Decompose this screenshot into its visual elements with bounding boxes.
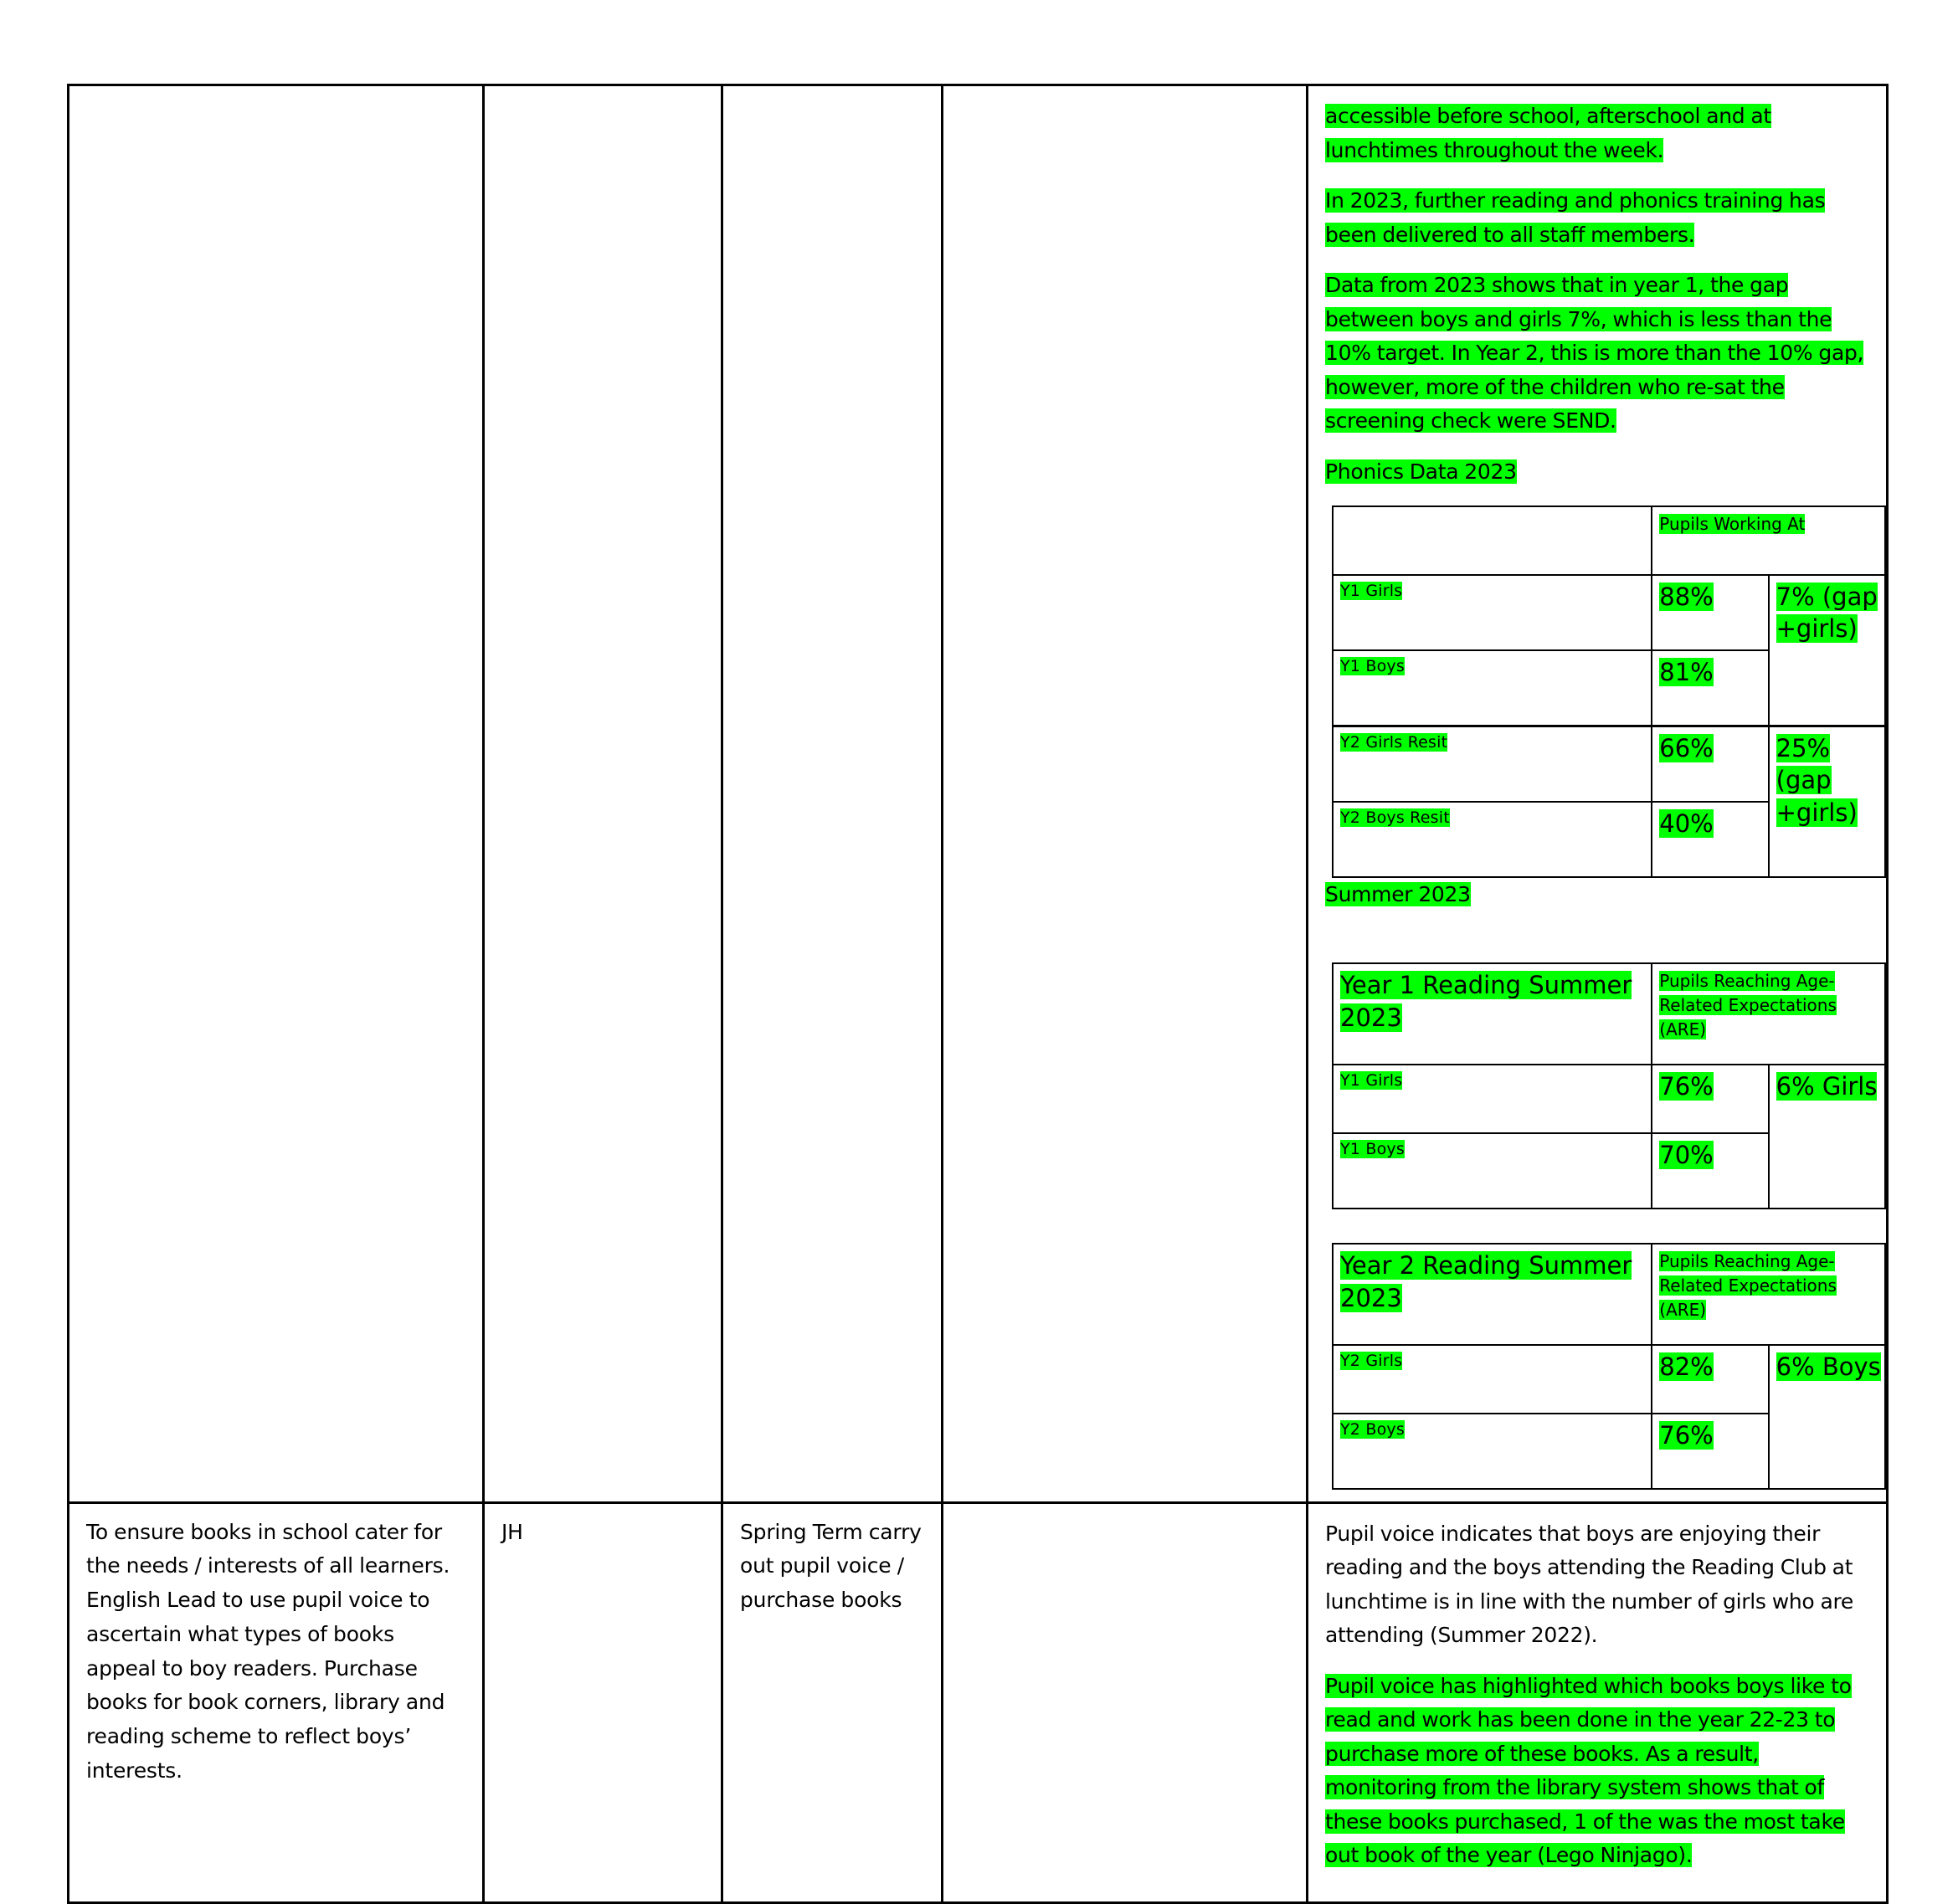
year2-row-gap: 6% Boys xyxy=(1767,1343,1887,1490)
phonics-header-working-at: Pupils Working At xyxy=(1651,506,1886,576)
evidence-paragraph: Data from 2023 shows that in year 1, the… xyxy=(1325,269,1871,439)
phonics-row-label: Y2 Girls Resit xyxy=(1331,725,1653,803)
table-row: To ensure books in school cater for the … xyxy=(67,1501,1889,1904)
table-row: Y1 Girls 88% 7% (gap +girls) xyxy=(1331,574,1887,727)
year2-header-are: Pupils Reaching Age-Related Expectations… xyxy=(1651,1242,1886,1346)
row2-action-text: To ensure books in school cater for the … xyxy=(86,1519,450,1783)
row2-cost-cell xyxy=(941,1501,1308,1904)
evidence-para3-text: Data from 2023 shows that in year 1, the… xyxy=(1325,273,1864,433)
table-row: Year 1 Reading Summer 2023 Pupils Reachi… xyxy=(1331,962,1886,1065)
year1-reading-table: Year 1 Reading Summer 2023 Pupils Reachi… xyxy=(1331,962,1887,1209)
row2-evidence-body: Pupil voice indicates that boys are enjo… xyxy=(1308,1504,1886,1901)
year2-row-label: Y2 Girls xyxy=(1331,1343,1653,1414)
phonics-row-gap: 25% (gap +girls) xyxy=(1767,725,1887,878)
year1-row-value: 70% xyxy=(1651,1132,1770,1209)
row1-action-cell xyxy=(67,84,485,1504)
evidence-paragraph: In 2023, further reading and phonics tra… xyxy=(1325,184,1871,252)
row1-cost-text xyxy=(943,86,1306,110)
phonics-header-blank xyxy=(1331,506,1653,576)
table-row: Year 2 Reading Summer 2023 Pupils Reachi… xyxy=(1331,1242,1886,1346)
evidence-paragraph: Pupil voice has highlighted which books … xyxy=(1325,1670,1871,1873)
year1-row-value: 76% xyxy=(1651,1063,1770,1134)
row2-cost-text xyxy=(943,1504,1306,1527)
action-plan-table: accessible before school, afterschool an… xyxy=(67,84,1889,1904)
table-row: Pupils Working At xyxy=(1331,506,1886,576)
row2-lead-cell: JH xyxy=(482,1501,723,1904)
phonics-row-label: Y1 Boys xyxy=(1331,649,1653,727)
phonics-row-value: 88% xyxy=(1651,574,1770,651)
table-row: Y1 Girls 76% 6% Girls xyxy=(1331,1063,1887,1209)
summer-2023-caption: Summer 2023 xyxy=(1325,882,1471,906)
year2-row-value: 76% xyxy=(1651,1412,1770,1490)
phonics-row-label: Y1 Girls xyxy=(1331,574,1653,651)
row1-lead-cell xyxy=(482,84,723,1504)
phonics-data-caption: Phonics Data 2023 xyxy=(1325,459,1517,484)
row1-timescale-text xyxy=(723,86,941,110)
row1-lead-text xyxy=(485,86,721,110)
row2-timescale-text: Spring Term carry out pupil voice / purc… xyxy=(740,1519,922,1613)
year1-row-label: Y1 Girls xyxy=(1331,1063,1653,1134)
row2-evidence-para2-text: Pupil voice has highlighted which books … xyxy=(1325,1673,1852,1867)
phonics-row-value: 66% xyxy=(1651,725,1770,803)
evidence-para2-text: In 2023, further reading and phonics tra… xyxy=(1325,188,1826,247)
year2-row-label: Y2 Boys xyxy=(1331,1412,1653,1490)
row1-evidence-cell: accessible before school, afterschool an… xyxy=(1306,84,1889,1504)
phonics-row-value: 81% xyxy=(1651,649,1770,727)
phonics-row-gap: 7% (gap +girls) xyxy=(1767,574,1887,727)
phonics-row-value: 40% xyxy=(1651,801,1770,878)
row1-action-text xyxy=(69,86,482,110)
row1-evidence-body: accessible before school, afterschool an… xyxy=(1308,86,1887,1501)
row2-evidence-cell: Pupil voice indicates that boys are enjo… xyxy=(1306,1501,1889,1904)
evidence-para1-text: accessible before school, afterschool an… xyxy=(1325,104,1771,162)
year2-row-value: 82% xyxy=(1651,1343,1770,1414)
evidence-paragraph: Pupil voice indicates that boys are enjo… xyxy=(1325,1517,1871,1653)
table-row: Y2 Girls Resit 66% 25% (gap +girls) xyxy=(1331,725,1887,878)
phonics-data-table: Pupils Working At Y1 Girls 88% 7% (gap +… xyxy=(1331,506,1887,878)
row1-timescale-cell xyxy=(721,84,943,1504)
table-row: accessible before school, afterschool an… xyxy=(67,84,1889,1504)
year1-title-cell: Year 1 Reading Summer 2023 xyxy=(1331,962,1653,1065)
row2-timescale-cell: Spring Term carry out pupil voice / purc… xyxy=(721,1501,943,1904)
row2-lead-text: JH xyxy=(501,1519,523,1544)
year1-row-label: Y1 Boys xyxy=(1331,1132,1653,1209)
year2-title-cell: Year 2 Reading Summer 2023 xyxy=(1331,1242,1653,1346)
year1-header-are: Pupils Reaching Age-Related Expectations… xyxy=(1651,962,1886,1065)
row2-evidence-para1-text: Pupil voice indicates that boys are enjo… xyxy=(1325,1521,1853,1648)
action-plan-page: accessible before school, afterschool an… xyxy=(67,84,1889,1904)
row2-action-cell: To ensure books in school cater for the … xyxy=(67,1501,485,1904)
year1-row-gap: 6% Girls xyxy=(1767,1063,1887,1209)
year2-reading-table: Year 2 Reading Summer 2023 Pupils Reachi… xyxy=(1331,1242,1887,1490)
evidence-paragraph: accessible before school, afterschool an… xyxy=(1325,100,1871,167)
phonics-row-label: Y2 Boys Resit xyxy=(1331,801,1653,878)
table-row: Y2 Girls 82% 6% Boys xyxy=(1331,1343,1887,1490)
row1-cost-cell xyxy=(941,84,1308,1504)
